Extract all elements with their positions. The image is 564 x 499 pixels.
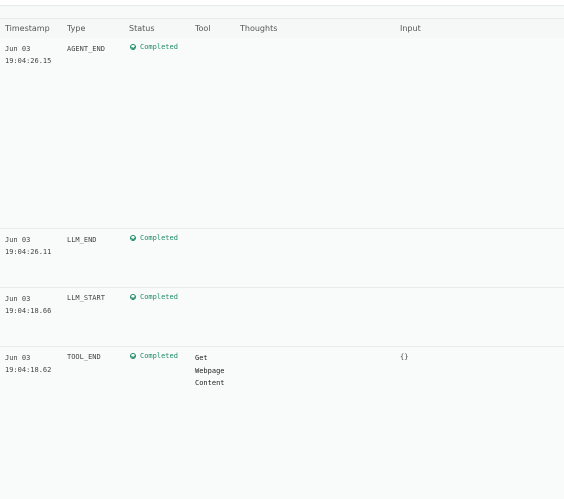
check-circle-icon <box>130 294 136 300</box>
timestamp-date: Jun 03 <box>5 45 31 53</box>
status-badge: Completed <box>130 234 178 242</box>
header-tool[interactable]: Tool <box>195 24 211 33</box>
timestamp-date: Jun 03 <box>5 295 31 303</box>
check-circle-icon <box>130 235 136 241</box>
table-row[interactable]: Jun 03 19:04:26.15 AGENT_END Completed <box>0 38 564 229</box>
tool-name-line: Get <box>195 354 208 362</box>
header-input[interactable]: Input <box>400 24 421 33</box>
status-label: Completed <box>140 234 178 242</box>
type-cell: TOOL_END <box>67 353 101 361</box>
timestamp-time: 19:04:26.15 <box>5 57 52 65</box>
timestamp-time: 19:04:18.62 <box>5 366 52 374</box>
table-row[interactable]: Jun 03 19:04:18.62 TOOL_END Completed Ge… <box>0 347 564 499</box>
status-label: Completed <box>140 43 178 51</box>
top-bar <box>0 0 564 6</box>
tool-name-line: Webpage <box>195 366 225 375</box>
timestamp-time: 19:04:26.11 <box>5 248 52 256</box>
timestamp-date: Jun 03 <box>5 354 31 362</box>
table-header: Timestamp Type Status Tool Thoughts Inpu… <box>0 18 564 39</box>
header-type[interactable]: Type <box>67 24 85 33</box>
timestamp-time: 19:04:18.66 <box>5 307 52 315</box>
type-cell: LLM_START <box>67 294 105 302</box>
timestamp-cell: Jun 03 19:04:26.11 <box>5 234 51 258</box>
tool-name-line: Content <box>195 379 225 387</box>
tool-cell: Get Webpage Content <box>195 352 225 390</box>
check-circle-icon <box>130 353 136 359</box>
status-label: Completed <box>140 293 178 301</box>
header-timestamp[interactable]: Timestamp <box>5 24 50 33</box>
table-row[interactable]: Jun 03 19:04:18.66 LLM_START Completed <box>0 288 564 347</box>
timestamp-date: Jun 03 <box>5 236 31 244</box>
status-badge: Completed <box>130 293 178 301</box>
table-row[interactable]: Jun 03 19:04:26.11 LLM_END Completed <box>0 229 564 288</box>
status-label: Completed <box>140 352 178 360</box>
status-badge: Completed <box>130 43 178 51</box>
input-cell: {} <box>400 353 409 361</box>
check-circle-icon <box>130 44 136 50</box>
header-thoughts[interactable]: Thoughts <box>240 24 277 33</box>
timestamp-cell: Jun 03 19:04:26.15 <box>5 43 51 67</box>
type-cell: AGENT_END <box>67 45 105 53</box>
timestamp-cell: Jun 03 19:04:18.66 <box>5 293 51 317</box>
status-badge: Completed <box>130 352 178 360</box>
header-status[interactable]: Status <box>129 24 155 33</box>
timestamp-cell: Jun 03 19:04:18.62 <box>5 352 51 376</box>
type-cell: LLM_END <box>67 236 97 244</box>
